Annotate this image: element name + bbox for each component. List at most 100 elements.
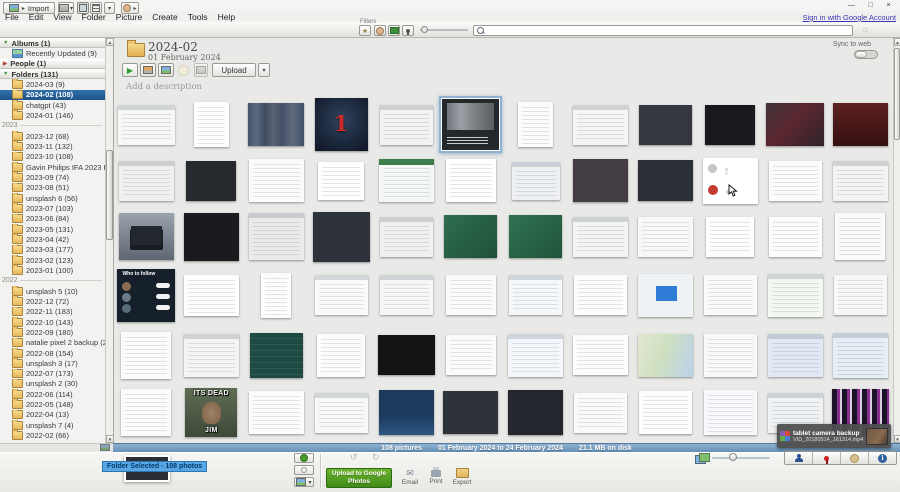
minimize-button[interactable]: — <box>843 1 860 10</box>
sidebar-item-natalie[interactable]: natalie pixel 2 backup (209) <box>0 338 105 348</box>
thumbnail[interactable] <box>380 275 433 315</box>
rotate-ccw-button[interactable]: ↺ <box>350 452 358 463</box>
thumbnail[interactable] <box>119 161 174 201</box>
menu-tools[interactable]: Tools <box>183 12 213 22</box>
thumbnail[interactable] <box>508 334 563 377</box>
menu-create[interactable]: Create <box>147 12 183 22</box>
description-field[interactable]: Add a description <box>126 82 202 92</box>
thumbnail[interactable] <box>833 161 888 201</box>
thumbnail[interactable] <box>573 159 628 202</box>
upload-dropdown-button[interactable]: ▾ <box>258 63 270 77</box>
thumbnail-view-button[interactable] <box>77 2 89 14</box>
thumbnail[interactable] <box>509 215 562 258</box>
sidebar-item-2022-05[interactable]: 2022-05 (148) <box>0 399 105 409</box>
thumbnail[interactable] <box>121 389 171 436</box>
zoom-slider[interactable] <box>712 457 770 459</box>
thumbnail[interactable] <box>194 102 229 147</box>
sidebar-item-2023-03[interactable]: 2023-03 (177) <box>0 245 105 255</box>
sidebar-item-chatgpt[interactable]: chatgpt (43) <box>0 100 105 110</box>
sidebar-item-2022-11[interactable]: 2022-11 (183) <box>0 307 105 317</box>
thumbnail[interactable] <box>119 213 174 260</box>
thumbnail[interactable] <box>380 105 433 145</box>
list-view-button[interactable] <box>90 2 102 14</box>
sidebar-item-recently[interactable]: Recently Updated (9) <box>0 48 105 58</box>
play-slideshow-button[interactable]: ▶ <box>122 63 138 77</box>
thumbnail[interactable] <box>833 333 888 378</box>
sidebar-item-2023-09[interactable]: 2023-09 (74) <box>0 172 105 182</box>
sidebar-item-2024-01[interactable]: 2024-01 (146) <box>0 110 105 120</box>
close-button[interactable]: × <box>880 1 897 10</box>
thumbnail[interactable] <box>379 390 434 435</box>
thumbnail[interactable] <box>121 332 171 379</box>
thumbnail[interactable] <box>444 215 497 258</box>
people-panel-button[interactable] <box>785 452 813 464</box>
thumbnail[interactable] <box>446 335 496 375</box>
sidebar-item-unsplash[interactable]: unsplash 6 (56) <box>0 193 105 203</box>
thumbnail[interactable] <box>184 334 239 377</box>
sidebar-item-unsplash[interactable]: unsplash 5 (10) <box>0 286 105 296</box>
add-album-button[interactable]: ▾ <box>58 2 74 14</box>
clear-selection-button[interactable] <box>294 465 314 475</box>
thumbnail[interactable] <box>833 103 888 146</box>
thumbnail[interactable] <box>704 334 757 377</box>
sidebar-section-folders[interactable]: ▼Folders (131) <box>0 69 105 79</box>
sync-to-web-toggle[interactable] <box>854 50 878 59</box>
thumbnail[interactable] <box>315 275 368 315</box>
sidebar-scrollbar[interactable]: ▲ ▼ <box>105 38 113 443</box>
import-button[interactable]: ▸ Import <box>3 2 55 14</box>
expand-collapse-icon[interactable]: ▶ <box>3 61 7 67</box>
thumbnail[interactable] <box>705 105 755 145</box>
thumbnail-selected[interactable] <box>442 99 499 150</box>
thumbnail[interactable] <box>834 275 887 315</box>
properties-panel-button[interactable]: i <box>869 452 896 464</box>
sidebar-scrollbar-thumb[interactable] <box>106 150 113 240</box>
thumbnail[interactable] <box>118 105 175 145</box>
create-movie-button[interactable] <box>140 63 156 77</box>
thumbnail[interactable] <box>186 161 236 201</box>
thumbnail[interactable] <box>768 274 823 317</box>
thumbnail[interactable]: Who to follow <box>117 269 175 322</box>
thumbnail[interactable] <box>313 212 370 262</box>
thumbnail[interactable] <box>509 275 562 315</box>
sidebar-section-people[interactable]: ▶People (1) <box>0 59 105 69</box>
geotag-filter-button[interactable] <box>402 25 414 36</box>
thumbnail[interactable] <box>184 213 239 261</box>
sidebar-item-2023-12[interactable]: 2023-12 (68) <box>0 131 105 141</box>
video-filter-button[interactable] <box>388 25 400 36</box>
thumbnail[interactable] <box>769 161 822 201</box>
add-to-album-button[interactable]: ▾ <box>294 477 314 487</box>
thumbnail[interactable] <box>768 334 823 377</box>
thumbnail[interactable] <box>835 213 885 260</box>
people-tool-button[interactable]: ▸ <box>121 2 139 14</box>
sidebar-item-unsplash[interactable]: unsplash 3 (17) <box>0 358 105 368</box>
upload-button[interactable]: Upload <box>212 63 256 77</box>
sidebar-item-2023-11[interactable]: 2023-11 (132) <box>0 141 105 151</box>
sidebar-item-2022-07[interactable]: 2022-07 (173) <box>0 369 105 379</box>
thumbnail[interactable] <box>378 335 435 375</box>
thumbnail[interactable] <box>443 391 498 434</box>
thumbnail[interactable] <box>638 217 693 257</box>
share-button[interactable] <box>194 63 208 77</box>
sidebar-item-2022-12[interactable]: 2022-12 (72) <box>0 296 105 306</box>
face-filter-button[interactable] <box>374 25 386 36</box>
maximize-button[interactable]: □ <box>862 1 879 10</box>
thumbnail[interactable] <box>512 162 560 200</box>
thumbnail[interactable] <box>379 159 434 202</box>
zoom-slider-knob[interactable] <box>729 453 737 461</box>
sidebar-item-2022-10[interactable]: 2022-10 (143) <box>0 317 105 327</box>
content-scrollbar-thumb[interactable] <box>894 48 900 140</box>
thumbnail[interactable] <box>446 159 496 202</box>
upload-toast[interactable]: tablet camera backup VID_20180514_161314… <box>777 424 891 448</box>
sidebar-item-2023-06[interactable]: 2023-06 (84) <box>0 214 105 224</box>
thumbnail[interactable] <box>261 273 291 318</box>
thumbnail[interactable] <box>704 275 757 315</box>
thumbnail[interactable] <box>184 275 239 316</box>
thumbnail[interactable] <box>704 390 757 435</box>
sidebar-item-2023-07[interactable]: 2023-07 (103) <box>0 203 105 213</box>
menu-help[interactable]: Help <box>213 12 240 22</box>
thumbnail[interactable] <box>380 217 433 257</box>
thumbnail[interactable] <box>249 159 304 202</box>
sidebar-item-2023-10[interactable]: 2023-10 (108) <box>0 152 105 162</box>
sidebar-item-2023-02[interactable]: 2023-02 (123) <box>0 255 105 265</box>
view-options-button[interactable]: ▾ <box>104 2 115 14</box>
